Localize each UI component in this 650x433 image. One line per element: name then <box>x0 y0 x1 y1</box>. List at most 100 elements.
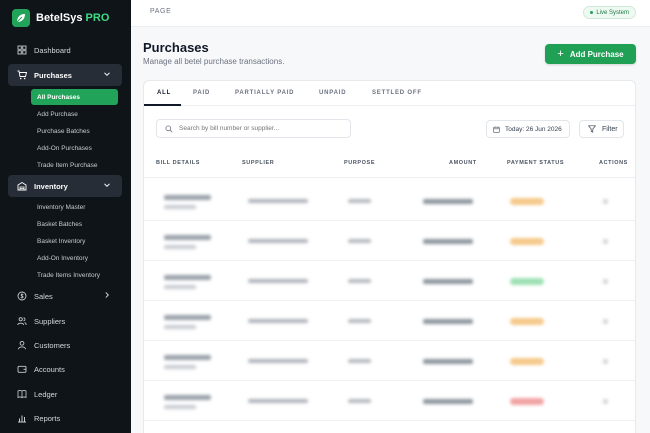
col-supplier[interactable]: SUPPLIER <box>242 160 274 166</box>
subitem-trade-items-inventory[interactable]: Trade Items Inventory <box>31 267 118 283</box>
amount-blurred <box>423 319 473 324</box>
purpose-blurred <box>348 279 371 283</box>
table-row[interactable] <box>144 221 635 261</box>
bill-number-blurred <box>164 275 211 280</box>
leaf-logo-icon <box>12 9 30 27</box>
amount-blurred <box>423 399 473 404</box>
col-payment-status[interactable]: PAYMENT STATUS <box>507 160 564 166</box>
supplier-blurred <box>248 199 308 203</box>
purpose-blurred <box>348 319 371 323</box>
supplier-blurred <box>248 279 308 283</box>
subitem-trade-item-purchase[interactable]: Trade Item Purchase <box>31 157 118 173</box>
tab-unpaid[interactable]: UNPAID <box>319 90 346 96</box>
chart-icon <box>17 413 27 423</box>
col-amount[interactable]: AMOUNT <box>449 160 477 166</box>
breadcrumb: PAGE <box>150 8 172 15</box>
live-dot-icon <box>590 11 594 14</box>
tab-paid[interactable]: PAID <box>193 90 210 96</box>
warehouse-icon <box>17 181 27 191</box>
subitem-all-purchases[interactable]: All Purchases <box>31 89 118 105</box>
filter-icon <box>588 125 596 133</box>
row-actions-icon[interactable] <box>603 279 608 284</box>
bill-number-blurred <box>164 315 211 320</box>
filter-label: Filter <box>602 125 618 133</box>
amount-blurred <box>423 359 473 364</box>
book-icon <box>17 389 27 399</box>
calendar-icon <box>493 125 500 133</box>
subitem-add-on-inventory[interactable]: Add-On Inventory <box>31 250 118 266</box>
bill-date-blurred <box>164 365 196 369</box>
col-bill-details[interactable]: BILL DETAILS <box>156 160 200 166</box>
tab-settled-off[interactable]: SETTLED OFF <box>372 90 422 96</box>
tab-partially-paid[interactable]: PARTIALLY PAID <box>235 90 294 96</box>
sidebar-item-label: Inventory <box>34 181 68 191</box>
table-row[interactable] <box>144 301 635 341</box>
amount-blurred <box>423 279 473 284</box>
sidebar-item-purchases[interactable]: Purchases <box>8 64 122 86</box>
supplier-blurred <box>248 239 308 243</box>
date-label: Today: 26 Jun 2026 <box>505 125 562 133</box>
table-header-divider <box>144 177 635 178</box>
brand[interactable]: BetelSys PRO <box>12 0 131 27</box>
sidebar-item-suppliers[interactable]: Suppliers <box>8 310 122 332</box>
search-icon <box>165 124 173 133</box>
supplier-blurred <box>248 359 308 363</box>
subitem-inventory-master[interactable]: Inventory Master <box>31 199 118 215</box>
table-row[interactable] <box>144 181 635 221</box>
row-actions-icon[interactable] <box>603 399 608 404</box>
sidebar-item-dashboard[interactable]: Dashboard <box>8 39 122 61</box>
row-actions-icon[interactable] <box>603 319 608 324</box>
bill-number-blurred <box>164 355 211 360</box>
table-row[interactable] <box>144 381 635 421</box>
subitem-add-on-purchases[interactable]: Add-On Purchases <box>31 140 118 156</box>
active-tab-indicator <box>144 104 181 106</box>
sidebar-item-label: Reports <box>34 413 61 423</box>
amount-blurred <box>423 199 473 204</box>
subitem-basket-batches[interactable]: Basket Batches <box>31 216 118 232</box>
supplier-blurred <box>248 399 308 403</box>
brand-name: BetelSys PRO <box>36 12 110 24</box>
col-purpose[interactable]: PURPOSE <box>344 160 375 166</box>
bill-date-blurred <box>164 325 196 329</box>
add-purchase-button[interactable]: + Add Purchase <box>545 44 636 64</box>
tab-all[interactable]: ALL <box>157 90 171 96</box>
search-input[interactable] <box>179 125 344 132</box>
bill-date-blurred <box>164 245 196 249</box>
table-row[interactable] <box>144 341 635 381</box>
chevron-right-icon <box>105 292 110 298</box>
cart-icon <box>17 70 27 80</box>
date-selector[interactable]: Today: 26 Jun 2026 <box>486 120 570 138</box>
search-box[interactable] <box>156 119 351 138</box>
sidebar-item-inventory[interactable]: Inventory <box>8 175 122 197</box>
status-badge <box>510 278 544 285</box>
chevron-down-icon <box>104 183 110 188</box>
subitem-basket-inventory[interactable]: Basket Inventory <box>31 233 118 249</box>
row-actions-icon[interactable] <box>603 199 608 204</box>
chevron-down-icon <box>104 72 110 77</box>
dollar-icon <box>17 291 27 301</box>
live-status-badge: Live System <box>583 6 636 19</box>
filter-button[interactable]: Filter <box>579 120 624 138</box>
supplier-blurred <box>248 319 308 323</box>
sidebar-item-accounts[interactable]: Accounts <box>8 358 122 380</box>
grid-icon <box>17 45 27 55</box>
sidebar-item-reports[interactable]: Reports <box>8 407 122 429</box>
status-badge <box>510 238 544 245</box>
amount-blurred <box>423 239 473 244</box>
sidebar-item-label: Accounts <box>34 364 65 374</box>
sidebar-item-ledger[interactable]: Ledger <box>8 383 122 405</box>
table-row[interactable] <box>144 261 635 301</box>
sidebar-item-label: Customers <box>34 340 71 350</box>
row-actions-icon[interactable] <box>603 359 608 364</box>
sidebar-item-label: Sales <box>34 291 53 301</box>
subitem-purchase-batches[interactable]: Purchase Batches <box>31 123 118 139</box>
purpose-blurred <box>348 359 371 363</box>
row-actions-icon[interactable] <box>603 239 608 244</box>
sidebar-item-sales[interactable]: Sales <box>8 285 122 307</box>
subitem-add-purchase[interactable]: Add Purchase <box>31 106 118 122</box>
purpose-blurred <box>348 239 371 243</box>
status-badge <box>510 398 544 405</box>
users-icon <box>17 316 27 326</box>
sidebar-item-customers[interactable]: Customers <box>8 334 122 356</box>
status-badge <box>510 318 544 325</box>
